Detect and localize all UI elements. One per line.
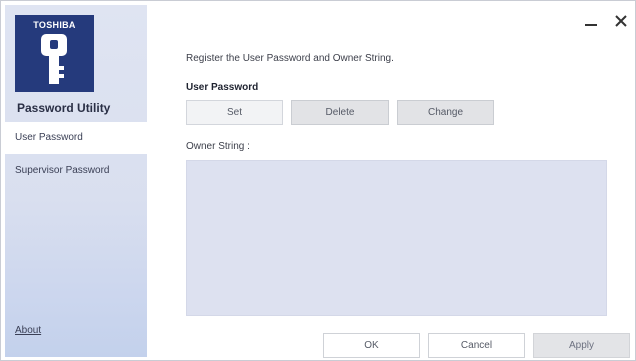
change-button[interactable]: Change <box>397 100 494 125</box>
toshiba-logo: TOSHIBA <box>15 15 94 92</box>
close-icon[interactable] <box>615 13 627 31</box>
instruction-text: Register the User Password and Owner Str… <box>186 53 394 64</box>
apply-button[interactable]: Apply <box>533 333 630 358</box>
logo-brand-text: TOSHIBA <box>33 20 76 30</box>
cancel-button[interactable]: Cancel <box>428 333 525 358</box>
owner-string-label: Owner String : <box>186 141 250 152</box>
delete-button[interactable]: Delete <box>291 100 389 125</box>
password-utility-window: TOSHIBA Password Utility User Password S… <box>0 0 636 361</box>
app-title: Password Utility <box>17 101 111 115</box>
sidebar-item-label: User Password <box>15 132 83 143</box>
minimize-icon[interactable] <box>585 13 597 31</box>
key-icon <box>41 34 67 84</box>
sidebar: TOSHIBA Password Utility User Password S… <box>5 5 147 357</box>
sidebar-item-user-password[interactable]: User Password <box>5 122 147 154</box>
set-button[interactable]: Set <box>186 100 283 125</box>
about-link[interactable]: About <box>15 325 41 336</box>
sidebar-item-supervisor-password[interactable]: Supervisor Password <box>5 155 147 187</box>
ok-button[interactable]: OK <box>323 333 420 358</box>
owner-string-textarea[interactable] <box>186 160 607 316</box>
section-title-user-password: User Password <box>186 82 259 93</box>
sidebar-item-label: Supervisor Password <box>15 165 110 176</box>
